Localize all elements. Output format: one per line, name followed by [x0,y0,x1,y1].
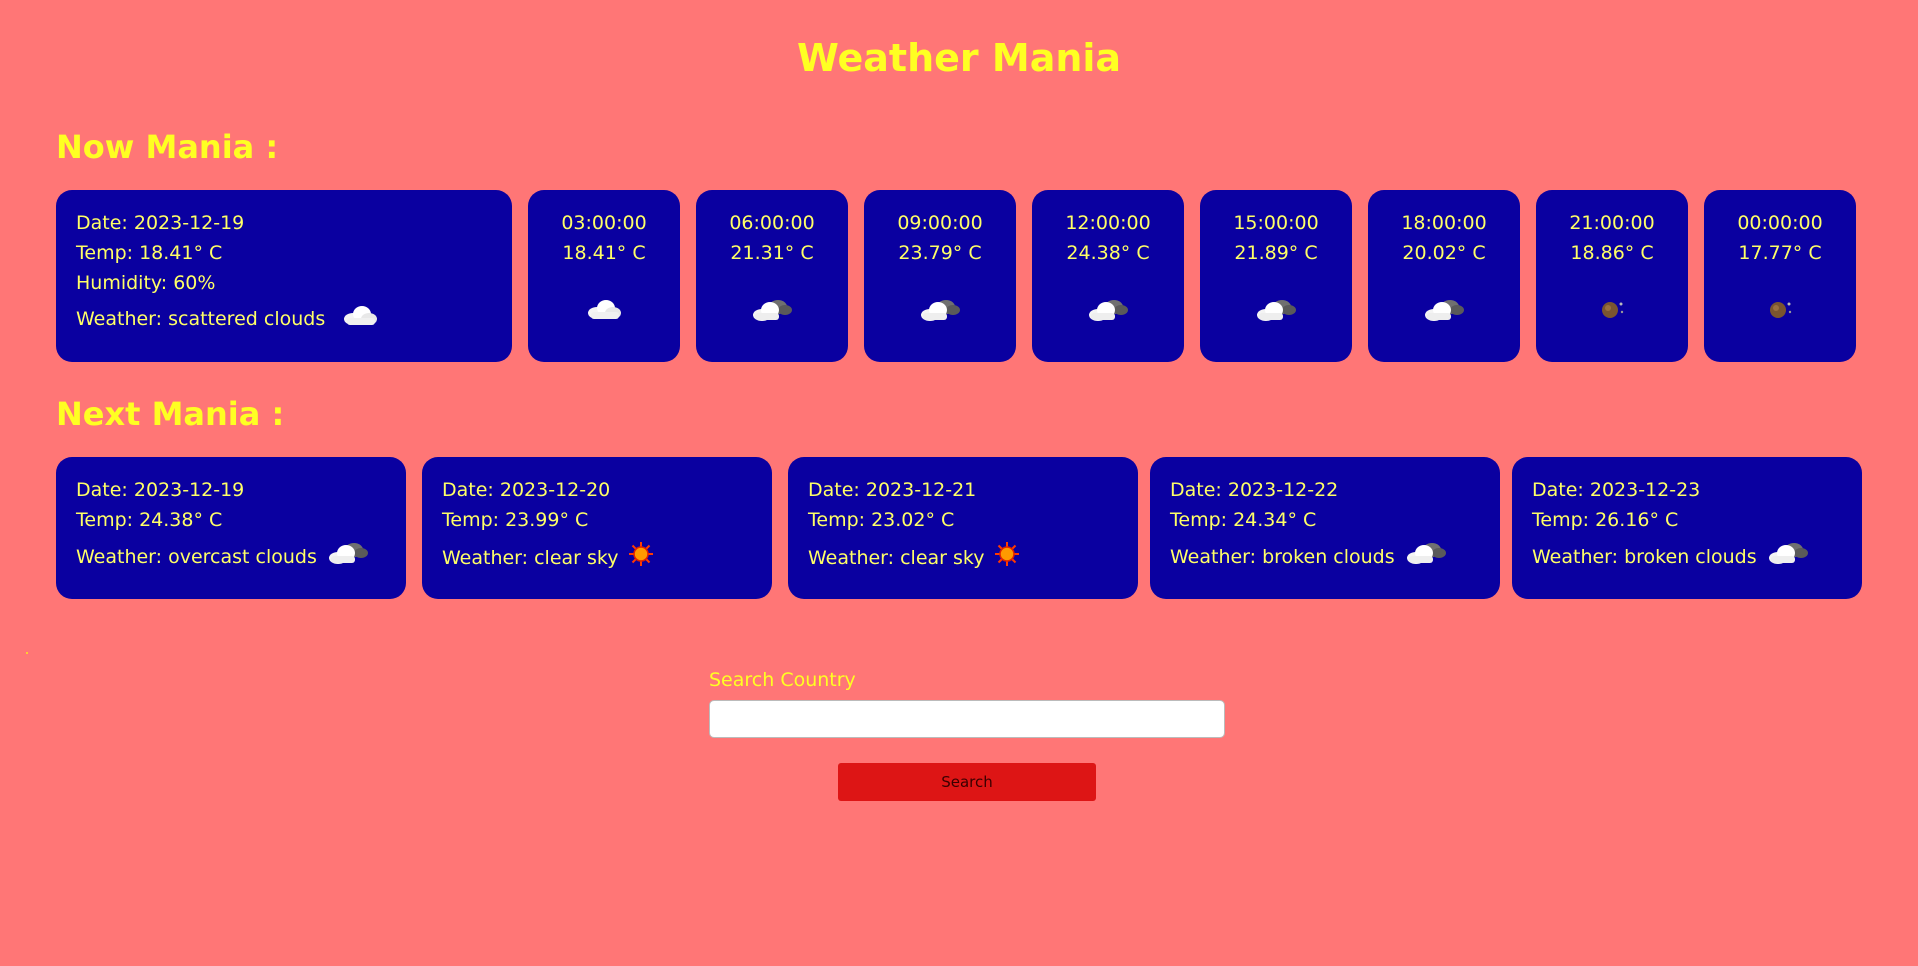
daily-forecast-card: Date: 2023-12-22 Temp: 24.34° C Weather: b… [1150,457,1500,599]
search-button[interactable]: Search [838,763,1096,801]
hourly-time: 00:00:00 [1737,212,1823,234]
hourly-forecast-card: 00:00:00 17.77° C [1704,190,1856,362]
daily-weather: Weather: broken clouds [1532,546,1757,568]
hourly-time: 12:00:00 [1065,212,1151,234]
cloudy-icon [751,298,793,331]
current-humidity: Humidity: 60% [76,272,216,294]
cloudy-icon [1255,298,1297,331]
daily-temp: Temp: 26.16° C [1532,509,1679,531]
sun-icon [994,541,1020,576]
current-weather: Weather: scattered clouds [76,308,326,330]
hourly-forecast-card: 12:00:00 24.38° C [1032,190,1184,362]
night-icon [1599,298,1625,329]
stray-dot [26,652,28,654]
daily-weather: Weather: overcast clouds [76,546,317,568]
cloudy-icon [1405,541,1447,574]
hourly-temp: 21.31° C [730,242,814,264]
daily-date: Date: 2023-12-20 [442,479,611,501]
daily-weather: Weather: clear sky [442,547,619,569]
cloud-icon [585,298,623,329]
daily-weather: Weather: clear sky [808,547,985,569]
hourly-temp: 21.89° C [1234,242,1318,264]
cloudy-icon [1423,298,1465,331]
hourly-time: 03:00:00 [561,212,647,234]
hourly-forecast-card: 09:00:00 23.79° C [864,190,1016,362]
cloudy-icon [327,541,369,574]
sun-icon [628,541,654,576]
current-temp: Temp: 18.41° C [76,242,223,264]
cloudy-icon [1767,541,1809,574]
hourly-forecast-card: 18:00:00 20.02° C [1368,190,1520,362]
daily-forecast-card: Date: 2023-12-23 Temp: 26.16° C Weather: b… [1512,457,1862,599]
hourly-forecast-card: 21:00:00 18.86° C [1536,190,1688,362]
daily-forecast-card: Date: 2023-12-19 Temp: 24.38° C Weather: o… [56,457,406,599]
hourly-temp: 20.02° C [1402,242,1486,264]
daily-date: Date: 2023-12-22 [1170,479,1339,501]
now-section-title: Now Mania : [56,128,279,166]
hourly-time: 21:00:00 [1569,212,1655,234]
hourly-time: 15:00:00 [1233,212,1319,234]
daily-date: Date: 2023-12-19 [76,479,245,501]
daily-date: Date: 2023-12-21 [808,479,977,501]
daily-temp: Temp: 23.99° C [442,509,589,531]
daily-temp: Temp: 24.38° C [76,509,223,531]
cloud-icon [341,304,379,335]
hourly-forecast-card: 06:00:00 21.31° C [696,190,848,362]
hourly-forecast-card: 03:00:00 18.41° C [528,190,680,362]
hourly-temp: 23.79° C [898,242,982,264]
daily-forecast-card: Date: 2023-12-20 Temp: 23.99° C Weather: c… [422,457,772,599]
cloudy-icon [919,298,961,331]
cloudy-icon [1087,298,1129,331]
search-label: Search Country [709,669,856,691]
daily-forecast-card: Date: 2023-12-21 Temp: 23.02° C Weather: c… [788,457,1138,599]
daily-date: Date: 2023-12-23 [1532,479,1701,501]
hourly-temp: 18.86° C [1570,242,1654,264]
current-weather-card: Date: 2023-12-19 Temp: 18.41° C Humidity… [56,190,512,362]
current-date: Date: 2023-12-19 [76,212,245,234]
hourly-forecast-card: 15:00:00 21.89° C [1200,190,1352,362]
search-form: Search Country [709,666,1225,738]
app-title: Weather Mania [796,36,1122,80]
search-country-input[interactable] [709,700,1225,738]
hourly-temp: 17.77° C [1738,242,1822,264]
daily-temp: Temp: 23.02° C [808,509,955,531]
hourly-temp: 24.38° C [1066,242,1150,264]
daily-temp: Temp: 24.34° C [1170,509,1317,531]
night-icon [1767,298,1793,329]
daily-weather: Weather: broken clouds [1170,546,1395,568]
hourly-time: 06:00:00 [729,212,815,234]
hourly-time: 09:00:00 [897,212,983,234]
hourly-temp: 18.41° C [562,242,646,264]
next-section-title: Next Mania : [56,395,285,433]
hourly-time: 18:00:00 [1401,212,1487,234]
